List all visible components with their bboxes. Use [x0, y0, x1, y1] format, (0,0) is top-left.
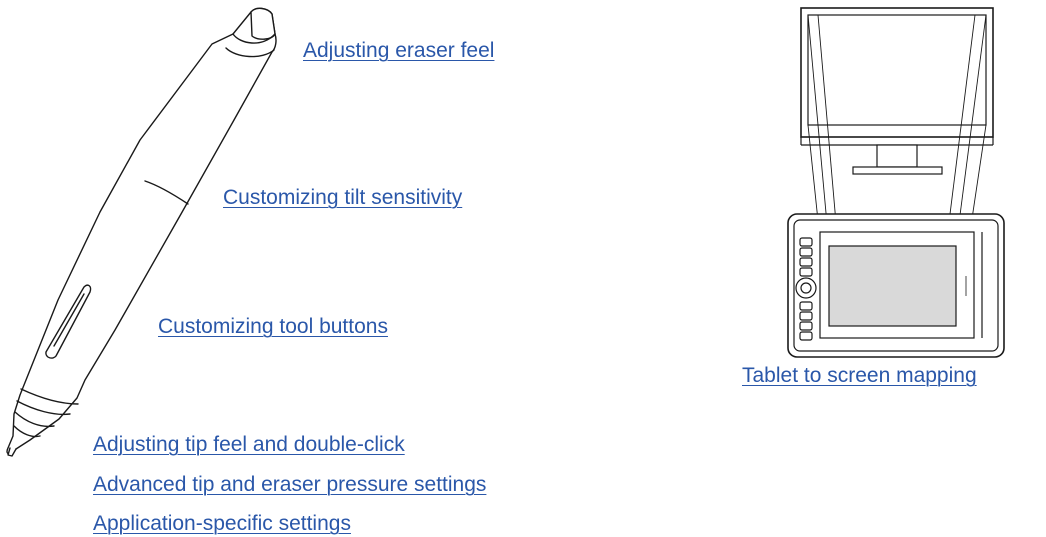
- link-adjusting-tip-feel[interactable]: Adjusting tip feel and double-click: [93, 433, 405, 457]
- link-customizing-tilt-sensitivity[interactable]: Customizing tilt sensitivity: [223, 186, 462, 210]
- link-tablet-to-screen-mapping[interactable]: Tablet to screen mapping: [742, 364, 977, 388]
- link-adjusting-eraser-feel[interactable]: Adjusting eraser feel: [303, 39, 494, 63]
- link-application-specific-settings[interactable]: Application-specific settings: [93, 512, 351, 536]
- link-advanced-pressure-settings[interactable]: Advanced tip and eraser pressure setting…: [93, 473, 486, 497]
- pen-illustration: [6, 7, 277, 457]
- link-customizing-tool-buttons[interactable]: Customizing tool buttons: [158, 315, 388, 339]
- tablet-illustration: [787, 213, 1005, 358]
